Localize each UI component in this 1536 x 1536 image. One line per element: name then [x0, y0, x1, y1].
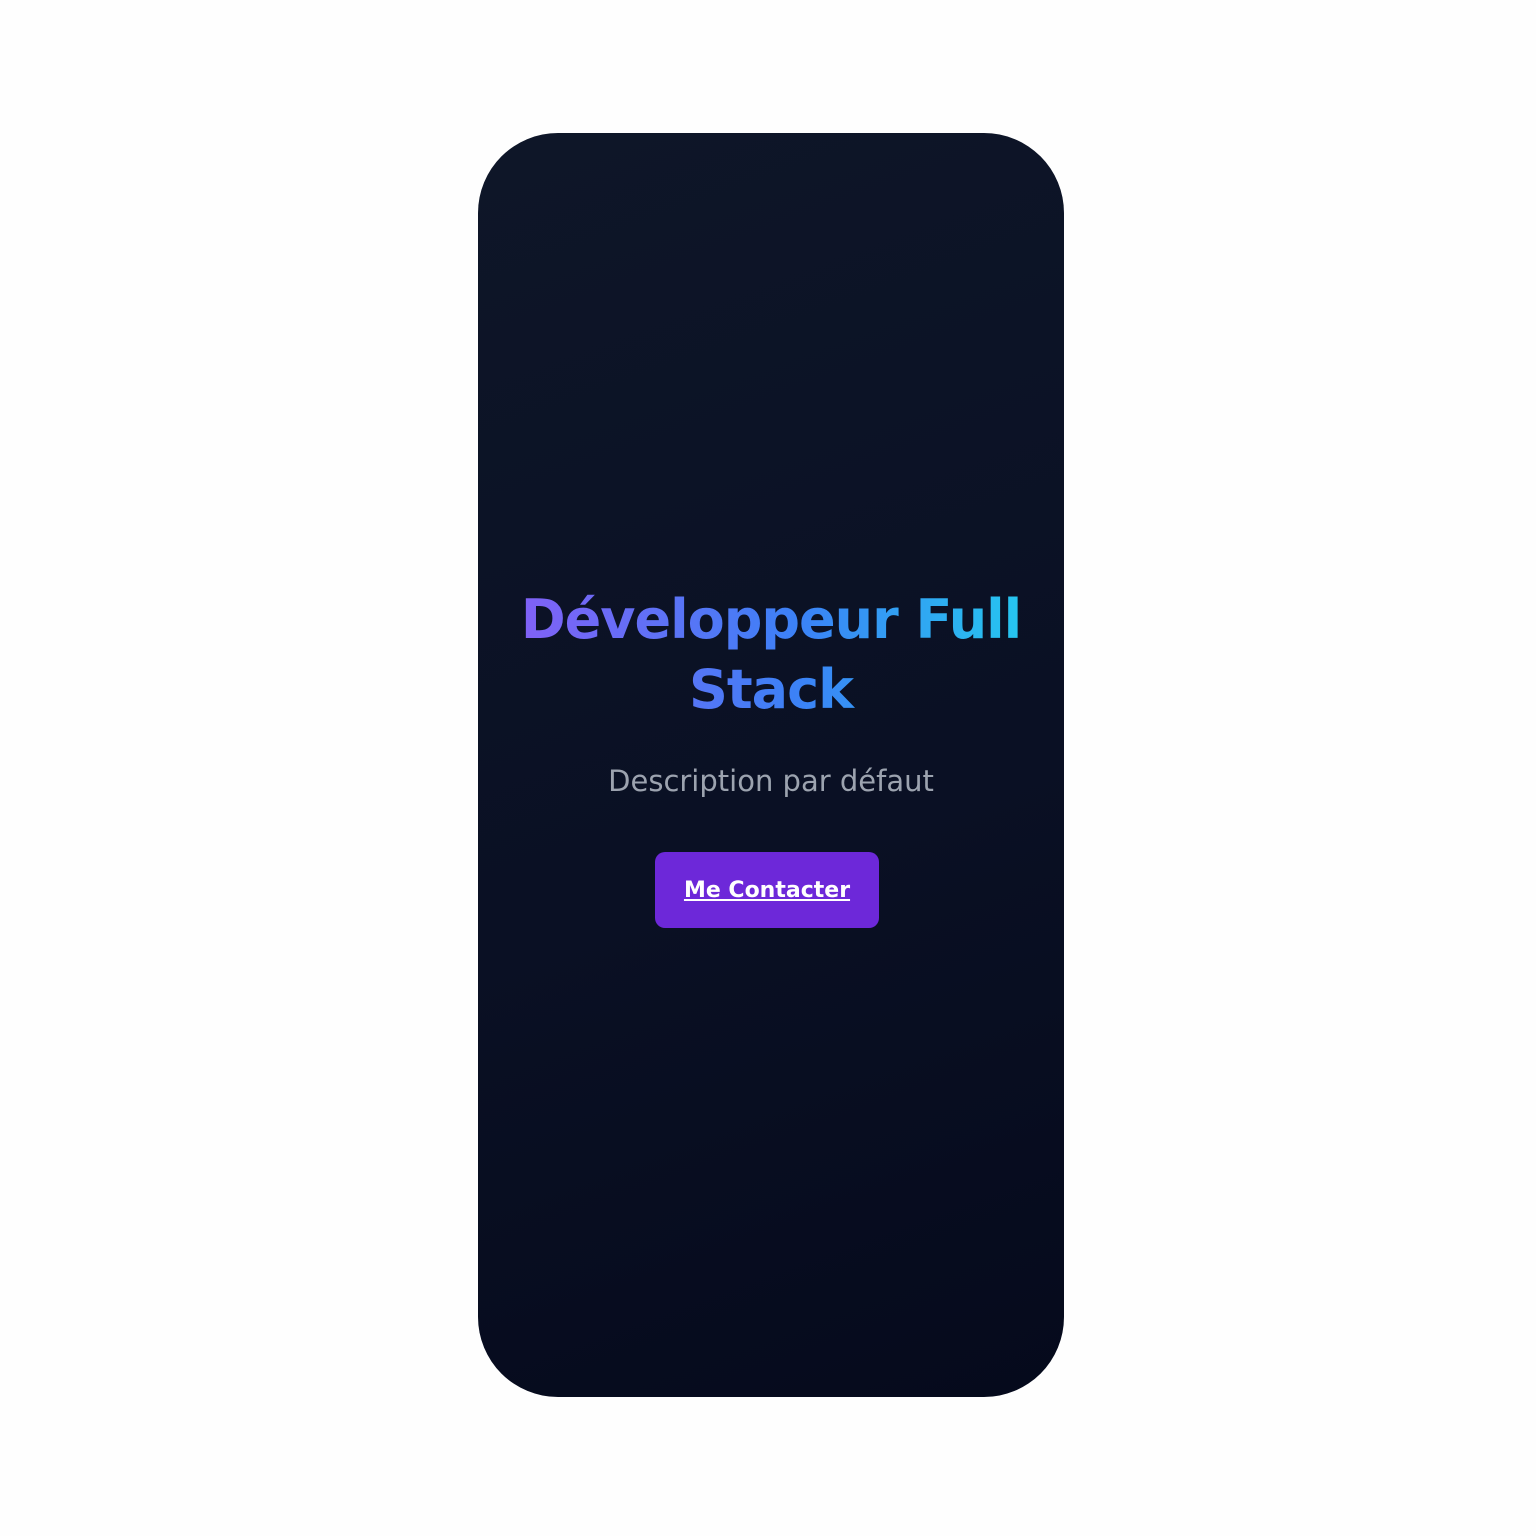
page: Développeur Full Stack Description par d…	[0, 0, 1536, 1536]
contact-button[interactable]: Me Contacter	[655, 852, 879, 928]
hero-title: Développeur Full Stack	[478, 585, 1064, 725]
mobile-frame: Développeur Full Stack Description par d…	[478, 133, 1064, 1397]
hero-section: Développeur Full Stack Description par d…	[478, 133, 1064, 1397]
hero-description: Description par défaut	[608, 764, 934, 798]
